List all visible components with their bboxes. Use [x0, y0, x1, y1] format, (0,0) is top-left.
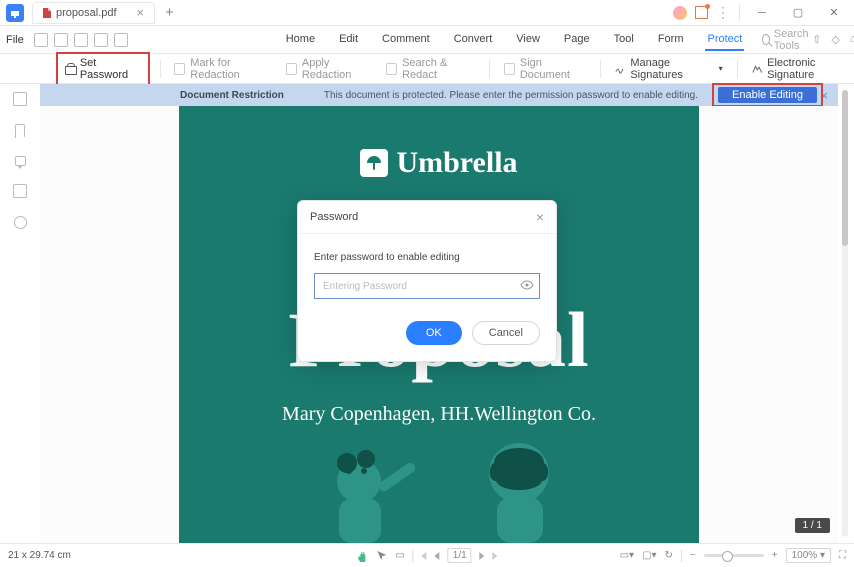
file-menu[interactable]: File: [6, 34, 24, 46]
menu-protect[interactable]: Protect: [705, 29, 744, 51]
view-mode-icon[interactable]: ▢▾: [642, 550, 656, 561]
search-redact-button[interactable]: Search & Redact: [386, 57, 475, 81]
menu-comment[interactable]: Comment: [380, 29, 432, 51]
fullscreen-icon[interactable]: ⛶: [839, 550, 846, 561]
zoom-out-icon[interactable]: −: [690, 550, 696, 561]
next-page-icon[interactable]: [480, 552, 485, 560]
zoom-slider[interactable]: [704, 554, 764, 557]
search-tools-label: Search Tools: [774, 28, 812, 52]
vertical-scrollbar[interactable]: [842, 90, 848, 537]
title-bar: proposal.pdf × + ⋮ ─ ▢ ✕: [0, 0, 854, 26]
zoom-in-icon[interactable]: +: [772, 550, 778, 561]
tab-title: proposal.pdf: [56, 7, 117, 19]
undo-icon[interactable]: [94, 33, 108, 47]
menu-view[interactable]: View: [514, 29, 542, 51]
search-icon: [762, 34, 769, 45]
menu-convert[interactable]: Convert: [452, 29, 495, 51]
minimize-button[interactable]: ─: [748, 2, 776, 24]
dialog-close-icon[interactable]: ×: [536, 209, 544, 225]
sign-icon: [504, 63, 515, 75]
set-password-button[interactable]: Set Password: [60, 55, 146, 83]
menu-edit[interactable]: Edit: [337, 29, 360, 51]
attachments-icon[interactable]: [13, 184, 27, 198]
redo-icon[interactable]: [114, 33, 128, 47]
banner-title: Document Restriction: [180, 90, 284, 101]
search-rail-icon[interactable]: [14, 216, 27, 229]
first-page-icon[interactable]: [422, 552, 427, 560]
status-bar: 21 x 29.74 cm ▭ 1/1 ▭▾ ▢▾ ↻ − + 100% ▾ ⛶: [0, 543, 854, 567]
left-rail: [0, 84, 40, 543]
protect-toolbar: Set Password Mark for Redaction Apply Re…: [0, 54, 854, 84]
thumbnails-icon[interactable]: [13, 92, 27, 106]
menu-page[interactable]: Page: [562, 29, 592, 51]
document-tab[interactable]: proposal.pdf ×: [32, 2, 155, 24]
lock-icon: [66, 63, 75, 75]
home-icon[interactable]: ⌂: [850, 33, 854, 46]
cloud-icon[interactable]: ◇: [831, 33, 839, 46]
bookmarks-icon[interactable]: [15, 124, 25, 138]
menu-bar: File Home Edit Comment Convert View Page…: [0, 26, 854, 54]
menu-home[interactable]: Home: [284, 29, 317, 51]
manage-signatures-button[interactable]: Manage Signatures▾: [615, 57, 723, 81]
esign-icon: [752, 63, 763, 75]
zoom-value[interactable]: 100%: [792, 550, 818, 561]
restriction-banner: Document Restriction This document is pr…: [40, 84, 838, 106]
apply-redaction-button[interactable]: Apply Redaction: [286, 57, 372, 81]
mark-redaction-icon: [174, 63, 185, 75]
show-password-icon[interactable]: [520, 278, 534, 292]
reading-mode-icon[interactable]: ▭: [395, 550, 404, 561]
banner-message: This document is protected. Please enter…: [324, 90, 698, 101]
highlight-box: [712, 83, 823, 107]
more-icon[interactable]: ⋮: [716, 4, 731, 21]
hand-tool-icon[interactable]: [356, 550, 368, 562]
cancel-button[interactable]: Cancel: [472, 321, 540, 345]
enable-editing-button[interactable]: Enable Editing: [718, 87, 817, 103]
print-icon[interactable]: [74, 33, 88, 47]
menu-tool[interactable]: Tool: [612, 29, 636, 51]
open-icon[interactable]: [34, 33, 48, 47]
sign-document-button[interactable]: Sign Document: [504, 57, 586, 81]
tab-close-icon[interactable]: ×: [137, 5, 145, 20]
page-total: /1: [458, 550, 466, 561]
ai-icon[interactable]: [673, 6, 687, 20]
last-page-icon[interactable]: [493, 552, 498, 560]
signature-icon: [615, 63, 625, 75]
maximize-button[interactable]: ▢: [784, 2, 812, 24]
dialog-title: Password: [310, 211, 358, 223]
ok-button[interactable]: OK: [406, 321, 462, 345]
chevron-down-icon: ▾: [719, 64, 723, 73]
search-tools[interactable]: Search Tools: [762, 28, 812, 52]
select-tool-icon[interactable]: [376, 550, 387, 561]
app-logo: [6, 4, 24, 22]
share-icon[interactable]: ⇧: [812, 33, 821, 46]
pdf-icon: [43, 8, 51, 18]
illustration: [179, 423, 699, 543]
top-menu: Home Edit Comment Convert View Page Tool…: [284, 29, 745, 51]
brand-badge-icon: [360, 149, 388, 177]
brand-name: Umbrella: [396, 146, 517, 180]
search-redact-icon: [386, 63, 397, 75]
password-input[interactable]: [314, 273, 540, 299]
prev-page-icon[interactable]: [435, 552, 440, 560]
password-dialog: Password × Enter password to enable edit…: [297, 200, 557, 362]
apply-redaction-icon: [286, 63, 297, 75]
dialog-message: Enter password to enable editing: [314, 252, 540, 263]
electronic-signature-button[interactable]: Electronic Signature: [752, 57, 854, 81]
add-tab-button[interactable]: +: [161, 4, 178, 21]
mark-redaction-button[interactable]: Mark for Redaction: [174, 57, 272, 81]
save-icon[interactable]: [54, 33, 68, 47]
fit-width-icon[interactable]: ▭▾: [620, 550, 634, 561]
notification-icon[interactable]: [695, 6, 708, 19]
comments-icon[interactable]: [15, 156, 26, 166]
close-button[interactable]: ✕: [820, 2, 848, 24]
page-dimensions: 21 x 29.74 cm: [8, 550, 71, 561]
rotate-icon[interactable]: ↻: [665, 550, 673, 561]
page-badge: 1 / 1: [795, 518, 830, 533]
menu-form[interactable]: Form: [656, 29, 686, 51]
